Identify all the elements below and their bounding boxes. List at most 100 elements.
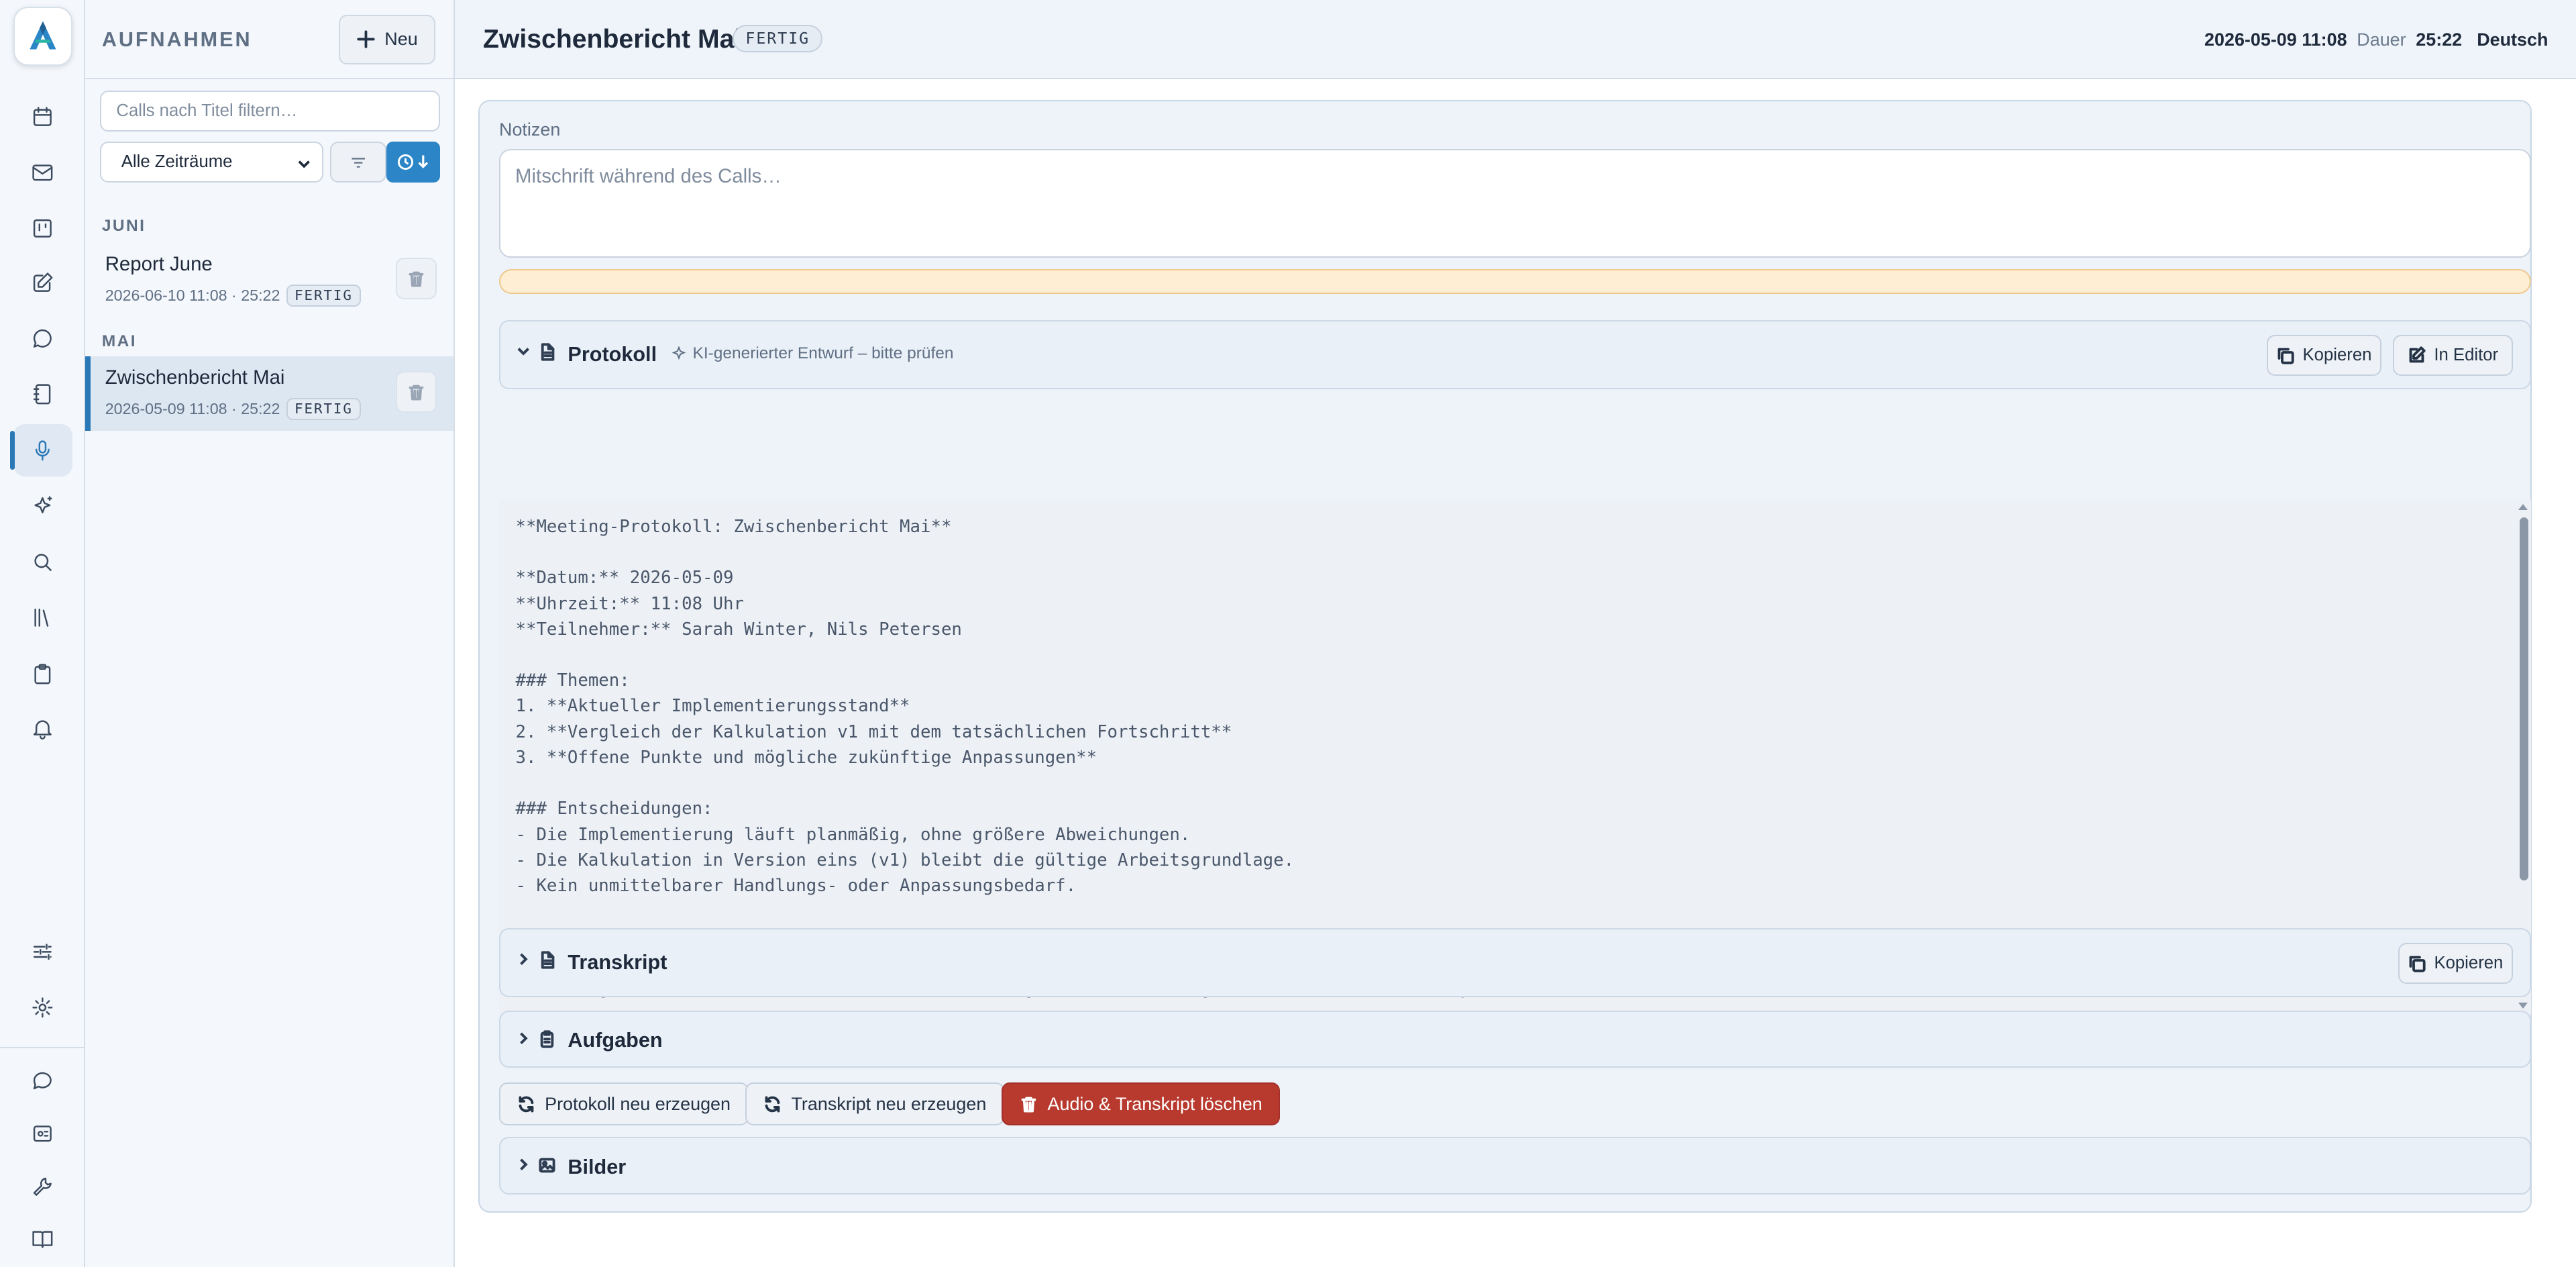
notes-textarea[interactable] [499, 149, 2532, 258]
recording-datetime: 2026-05-09 11:08 [2204, 30, 2347, 50]
plus-icon [357, 30, 375, 48]
ai-draft-note-text: KI-generierter Entwurf – bitte prüfen [692, 344, 954, 363]
recording-meta: 2026-06-10 11:08 · 25:22 FERTIG [105, 284, 361, 307]
library-icon[interactable] [13, 592, 72, 644]
chevron-right-icon [520, 1158, 528, 1171]
recording-title: Zwischenbericht Mai [105, 366, 285, 389]
speech-bubble-icon[interactable] [13, 1055, 72, 1107]
protokoll-line: 3. **Offene Punkte und mögliche zukünfti… [515, 747, 1097, 768]
search-icon[interactable] [13, 536, 72, 588]
sort-button[interactable] [330, 141, 386, 183]
transkript-section: Transkript Kopieren [499, 928, 2532, 998]
gear-icon[interactable] [13, 981, 72, 1033]
document-icon [541, 343, 555, 361]
protokoll-header[interactable]: Protokoll KI-generierter Entwurf – bitte… [500, 321, 2530, 387]
calendar-icon[interactable] [13, 91, 72, 143]
bilder-header[interactable]: Bilder [500, 1138, 2530, 1196]
chevron-down-icon [517, 348, 530, 356]
transkript-title: Transkript [568, 950, 667, 974]
edit-icon [2409, 346, 2426, 363]
regenerate-protokoll-label: Protokoll neu erzeugen [545, 1093, 731, 1114]
chevron-down-icon [298, 160, 311, 168]
protokoll-section: Protokoll KI-generierter Entwurf – bitte… [499, 320, 2532, 389]
chevron-right-icon [520, 1032, 528, 1044]
status-badge: FERTIG [733, 24, 823, 52]
regenerate-protokoll-button[interactable]: Protokoll neu erzeugen [499, 1082, 749, 1126]
scroll-thumb[interactable] [2520, 517, 2528, 881]
protokoll-line: 2. **Vergleich der Kalkulation v1 mit de… [515, 721, 1232, 742]
aufgaben-header[interactable]: Aufgaben [500, 1012, 2530, 1070]
delete-audio-transkript-button[interactable]: Audio & Transkript löschen [1002, 1082, 1281, 1126]
notebook-icon[interactable] [13, 368, 72, 421]
delete-recording-button[interactable] [396, 258, 437, 299]
app-logo[interactable] [13, 6, 72, 66]
recording-meta: 2026-05-09 11:08 · 25:22 FERTIG [105, 397, 361, 420]
recording-item[interactable]: Report June 2026-06-10 11:08 · 25:22 FER… [85, 243, 453, 317]
protokoll-line [516, 642, 1845, 668]
protokoll-line: **Datum:** 2026-05-09 [515, 568, 734, 589]
language-value: Deutsch [2477, 30, 2548, 50]
recording-item[interactable]: Zwischenbericht Mai 2026-05-09 11:08 · 2… [85, 356, 453, 431]
protokoll-line [516, 770, 1845, 796]
open-in-editor-button[interactable]: In Editor [2393, 334, 2514, 376]
status-badge: FERTIG [286, 397, 361, 420]
group-label-mai: MAI [101, 332, 138, 350]
bilder-title: Bilder [568, 1155, 627, 1178]
book-icon[interactable] [13, 1213, 72, 1265]
bell-icon[interactable] [13, 702, 72, 754]
recording-datetime: 2026-05-09 11:08 · 25:22 [105, 399, 280, 417]
editor-label: In Editor [2434, 345, 2499, 364]
transkript-header[interactable]: Transkript Kopieren [500, 929, 2530, 995]
title-filter-input[interactable] [100, 90, 441, 132]
kanban-icon[interactable] [13, 202, 72, 254]
new-recording-label: Neu [384, 29, 418, 50]
recording-meta-summary: 2026-05-09 11:08 Dauer 25:22 Deutsch [2204, 30, 2548, 50]
detail-card: Notizen Protokoll KI-generierter Entwurf… [478, 100, 2532, 1213]
recordings-sidebar: AUFNAHMEN Neu Alle Zeiträume JUNI Report… [85, 0, 455, 1267]
microphone-icon[interactable] [9, 423, 72, 477]
copy-label: Kopieren [2302, 345, 2372, 364]
scroll-up-arrow[interactable] [2518, 504, 2528, 511]
clipboard-icon[interactable] [13, 648, 72, 700]
mail-icon[interactable] [13, 146, 72, 199]
chevron-right-icon [520, 953, 528, 966]
warning-banner [499, 269, 2532, 294]
protokoll-line: ### Entscheidungen: [515, 799, 713, 819]
duration-label: Dauer [2357, 30, 2406, 50]
group-label-juni: JUNI [101, 217, 146, 236]
duration-value: 25:22 [2416, 30, 2463, 50]
copy-transkript-button[interactable]: Kopieren [2398, 942, 2514, 984]
protokoll-line: - Die Implementierung läuft planmäßig, o… [515, 824, 1191, 845]
copy-icon [2409, 956, 2426, 972]
new-recording-button[interactable]: Neu [338, 15, 436, 64]
copy-label: Kopieren [2434, 953, 2504, 972]
sort-by-time-button[interactable] [386, 141, 441, 183]
trash-icon [409, 385, 424, 401]
protokoll-line: 1. **Aktueller Implementierungsstand** [515, 696, 910, 717]
chat-icon[interactable] [13, 312, 72, 364]
regenerate-transkript-button[interactable]: Transkript neu erzeugen [745, 1082, 1004, 1126]
bilder-section: Bilder [499, 1137, 2532, 1196]
arrow-down-icon [418, 155, 428, 168]
protokoll-title: Protokoll [568, 342, 657, 366]
protokoll-line [516, 899, 1845, 924]
range-select[interactable]: Alle Zeiträume [100, 141, 324, 183]
ai-draft-note: KI-generierter Entwurf – bitte prüfen [672, 344, 954, 363]
scroll-down-arrow[interactable] [2518, 1003, 2528, 1009]
sparkles-icon[interactable] [13, 480, 72, 532]
wrench-icon[interactable] [13, 1160, 72, 1213]
image-icon [539, 1158, 555, 1173]
copy-protokoll-button[interactable]: Kopieren [2266, 334, 2382, 376]
trash-icon [409, 271, 424, 287]
sidebar-title: AUFNAHMEN [101, 28, 252, 51]
copy-icon [2277, 348, 2294, 364]
edit-icon[interactable] [13, 256, 72, 309]
card-icon[interactable] [13, 1108, 72, 1160]
document-icon [541, 951, 555, 969]
notes-label: Notizen [499, 119, 561, 140]
delete-recording-button[interactable] [396, 371, 437, 413]
aufgaben-section: Aufgaben [499, 1010, 2532, 1070]
sliders-icon[interactable] [13, 925, 72, 978]
delete-audio-transkript-label: Audio & Transkript löschen [1047, 1093, 1263, 1114]
regenerate-transkript-label: Transkript neu erzeugen [791, 1093, 987, 1114]
